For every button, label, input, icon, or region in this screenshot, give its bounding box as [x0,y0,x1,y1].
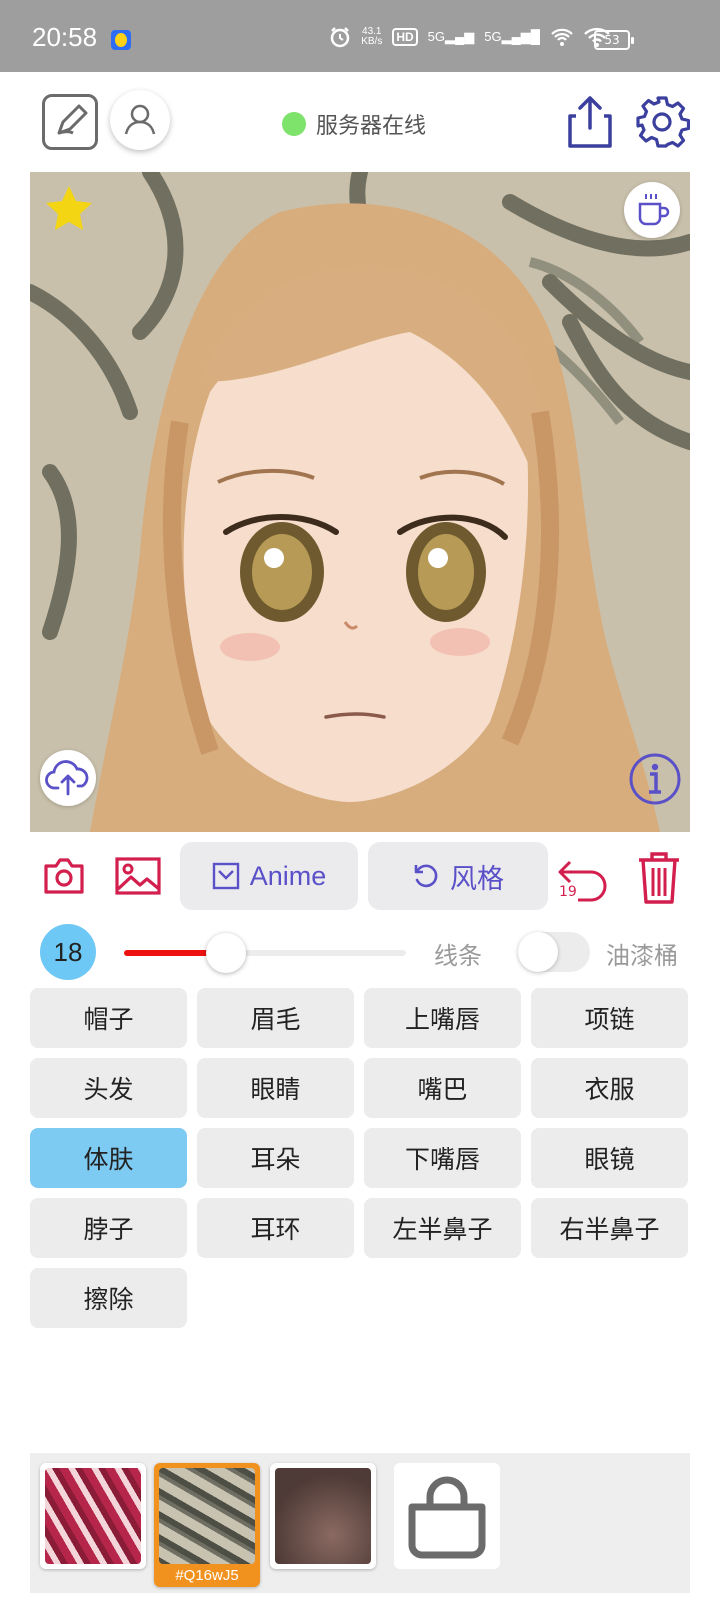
brush-size-badge: 18 [40,924,96,980]
net-speed: 43.1 KB/s [361,26,383,47]
texture-tile-selected[interactable]: #Q16wJ5 [154,1463,260,1587]
gear-icon[interactable] [634,94,690,150]
part-chip[interactable]: 左半鼻子 [364,1198,521,1258]
refresh-icon [414,864,438,888]
model-select-label: Anime [249,860,327,891]
part-chip[interactable]: 擦除 [30,1268,187,1328]
shop-button[interactable] [394,1463,500,1569]
part-chip-grid: 帽子 眉毛 上嘴唇 项链头发 眼睛 嘴巴 衣服体肤 耳朵 下嘴唇 眼镜脖子 耳环 左半鼻子 右半鼻子擦除 [30,988,690,1328]
donate-button[interactable] [624,182,680,238]
tool-row: Anime 风格 19 [0,842,720,912]
generated-anime-image [30,172,690,832]
part-chip[interactable]: 衣服 [531,1058,688,1118]
signal-sim1-icon: 5G▂▄▆ [427,29,475,44]
texture-tile[interactable] [40,1463,146,1569]
texture-tray: #Q16wJ5 [30,1453,690,1593]
brush-size-slider[interactable] [124,933,406,973]
qq-notification-icon [111,30,131,50]
part-chip[interactable]: 上嘴唇 [364,988,521,1048]
style-button[interactable]: 风格 [368,842,548,910]
user-button[interactable] [110,90,170,150]
cloud-upload-icon [45,760,89,796]
status-time: 20:58 [32,22,98,52]
dropdown-box-icon [212,862,239,890]
cloud-upload-button[interactable] [40,750,96,806]
favorite-star-icon[interactable] [44,184,94,232]
camera-icon[interactable] [42,856,86,896]
part-chip[interactable]: 体肤 [30,1128,187,1188]
coffee-cup-icon [638,194,670,226]
texture-swatch-gray [159,1468,255,1564]
bucket-mode-label: 油漆桶 [606,942,678,970]
hd-voice-badge: HD [392,28,418,46]
part-chip[interactable]: 眉毛 [197,988,354,1048]
info-icon[interactable] [628,752,682,806]
part-chip[interactable]: 项链 [531,988,688,1048]
gallery-icon[interactable] [114,856,162,896]
top-bar: 服务器在线 [0,72,720,172]
texture-swatch-red [45,1468,141,1564]
signal-sim2-icon: 5G▂▄▆█ [484,29,540,44]
server-status-label: 服务器在线 [316,114,427,139]
pen-icon [57,104,88,135]
status-bar: 20:58 43.1 KB/s HD 5G▂▄▆ 5G▂▄▆█ 53 [0,0,720,72]
part-chip[interactable]: 下嘴唇 [364,1128,521,1188]
bucket-toggle[interactable] [518,932,590,972]
status-icons: 43.1 KB/s HD 5G▂▄▆ 5G▂▄▆█ [329,26,610,48]
user-icon [124,104,156,135]
texture-swatch-brown [275,1468,371,1564]
alarm-icon [330,27,350,48]
toggle-knob [518,932,558,972]
server-status-dot [282,112,306,136]
model-select-button[interactable]: Anime [180,842,358,910]
edit-button[interactable] [42,94,98,150]
texture-code: #Q16wJ5 [175,1567,239,1584]
drawing-canvas[interactable] [30,172,690,832]
trash-icon[interactable] [636,850,682,906]
part-chip[interactable]: 耳朵 [197,1128,354,1188]
part-chip[interactable]: 脖子 [30,1198,187,1258]
part-chip[interactable]: 眼睛 [197,1058,354,1118]
part-chip[interactable]: 头发 [30,1058,187,1118]
shopping-bag-icon [408,1476,486,1559]
slider-thumb[interactable] [205,933,246,973]
texture-tile[interactable] [270,1463,376,1569]
style-label: 风格 [450,863,504,894]
part-chip[interactable]: 耳环 [197,1198,354,1258]
line-mode-label: 线条 [434,942,482,970]
battery-icon: 53 [594,30,634,50]
undo-count: 19 [559,884,577,900]
hotspot-icon [551,28,573,46]
part-chip[interactable]: 帽子 [30,988,187,1048]
brush-settings-row: 18 线条 油漆桶 [0,922,720,982]
part-chip[interactable]: 眼镜 [531,1128,688,1188]
server-status: 服务器在线 [282,108,426,140]
part-chip[interactable]: 嘴巴 [364,1058,521,1118]
share-icon[interactable] [566,94,614,150]
part-chip[interactable]: 右半鼻子 [531,1198,688,1258]
